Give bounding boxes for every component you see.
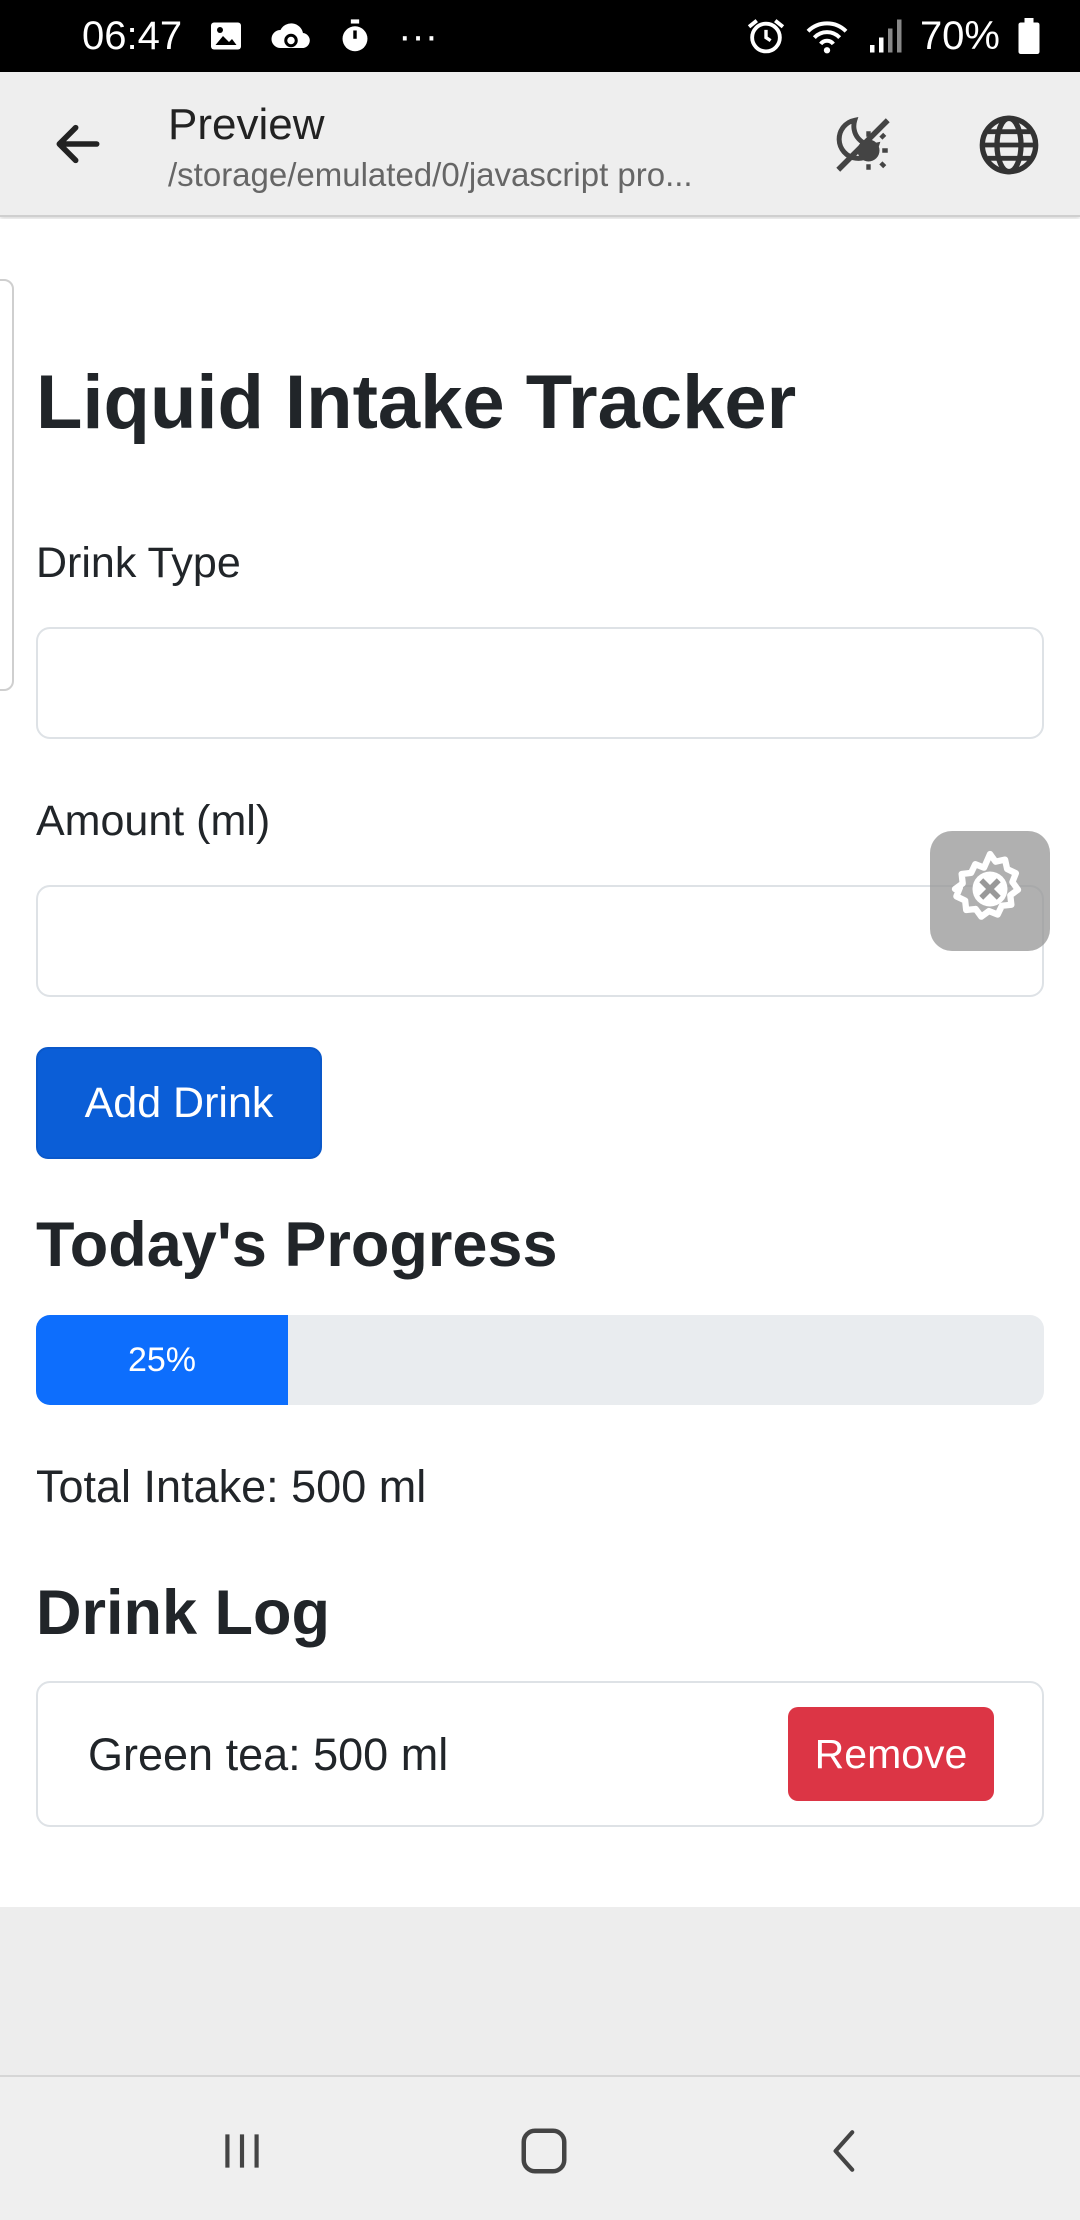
drink-type-label: Drink Type <box>36 539 241 587</box>
page-bottom-area <box>0 1907 1080 2075</box>
preview-content: Liquid Intake Tracker Drink Type Amount … <box>0 219 1080 1907</box>
status-time: 06:47 <box>82 13 183 58</box>
recent-apps-icon <box>217 2126 267 2181</box>
image-icon <box>208 18 244 54</box>
dark-mode-icon <box>830 112 896 183</box>
amount-label: Amount (ml) <box>36 797 271 845</box>
back-button[interactable] <box>44 112 112 180</box>
recent-apps-button[interactable] <box>202 2113 282 2193</box>
progress-title: Today's Progress <box>36 1210 558 1280</box>
page-title: Liquid Intake Tracker <box>36 360 797 445</box>
arrow-left-icon <box>50 116 106 177</box>
signal-icon <box>868 18 902 54</box>
battery-icon <box>1018 18 1040 54</box>
app-title: Preview <box>168 100 325 149</box>
alarm-icon <box>746 17 786 55</box>
battery-percent: 70% <box>919 13 1000 58</box>
status-bar: 06:47 ··· 70% <box>0 0 1080 72</box>
progress-bar: 25% <box>36 1315 1044 1405</box>
globe-icon <box>977 113 1041 182</box>
home-button[interactable] <box>504 2113 584 2193</box>
open-in-browser-button[interactable] <box>972 110 1046 184</box>
file-path: /storage/emulated/0/javascript pro... <box>168 156 693 193</box>
add-drink-button[interactable]: Add Drink <box>36 1047 322 1159</box>
navigation-bar <box>0 2075 1080 2220</box>
list-item: Green tea: 500 ml Remove <box>36 1681 1044 1827</box>
progress-fill: 25% <box>36 1315 288 1405</box>
side-drawer-handle[interactable] <box>0 279 14 691</box>
home-icon <box>517 2124 571 2183</box>
remove-button[interactable]: Remove <box>788 1707 994 1801</box>
dev-tools-button[interactable] <box>930 831 1050 951</box>
chevron-left-icon <box>821 2126 871 2181</box>
system-back-button[interactable] <box>806 2113 886 2193</box>
more-notifications: ··· <box>398 13 439 58</box>
amount-input[interactable] <box>36 885 1044 997</box>
settings-tools-icon <box>948 847 1032 936</box>
theme-toggle-button[interactable] <box>826 110 900 184</box>
app-bar: Preview /storage/emulated/0/javascript p… <box>0 72 1080 217</box>
drink-log-entry: Green tea: 500 ml <box>88 1729 449 1780</box>
drink-log-title: Drink Log <box>36 1578 330 1648</box>
drink-type-input[interactable] <box>36 627 1044 739</box>
cloud-sync-icon <box>270 18 312 54</box>
total-intake: Total Intake: 500 ml <box>36 1461 427 1512</box>
wifi-icon <box>804 17 850 55</box>
timer-icon <box>338 18 372 54</box>
